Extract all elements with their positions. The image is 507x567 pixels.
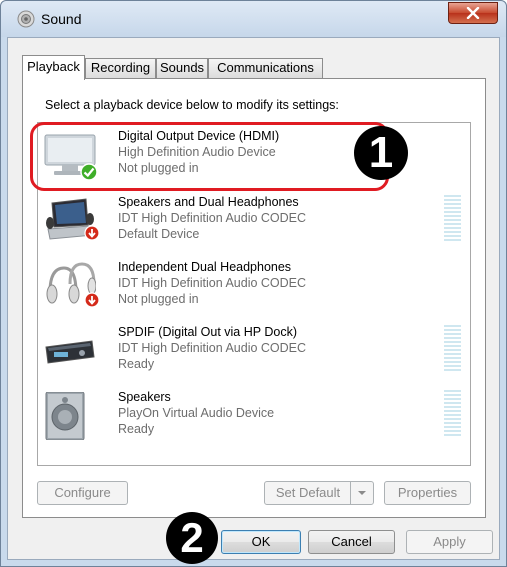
sound-dialog-window: Sound Playback Recording Sounds Communic… [0,0,507,567]
volume-level-meter [444,325,461,375]
device-status: Ready [118,422,155,436]
set-default-button[interactable]: Set Default [264,481,374,505]
properties-button[interactable]: Properties [384,481,471,505]
cancel-button[interactable]: Cancel [308,530,395,554]
device-name: Digital Output Device (HDMI) [118,129,280,143]
step-1-badge: 1 [354,126,408,180]
device-item-independent-headphones[interactable]: Independent Dual Headphones IDT High Def… [38,254,470,318]
device-item-spdif[interactable]: SPDIF (Digital Out via HP Dock) IDT High… [38,319,470,383]
device-description: PlayOn Virtual Audio Device [118,406,275,420]
tab-communications[interactable]: Communications [208,58,323,78]
device-description: IDT High Definition Audio CODEC [118,341,307,355]
red-down-arrow-icon [84,292,100,308]
tab-recording[interactable]: Recording [85,58,156,78]
step-2-badge: 2 [166,512,218,564]
device-status: Ready [118,357,155,371]
red-down-arrow-icon [84,225,100,241]
speaker-icon [45,392,85,440]
chevron-down-icon[interactable] [350,482,373,504]
device-status: Not plugged in [118,161,199,175]
set-default-label: Set Default [275,485,341,500]
instruction-text: Select a playback device below to modify… [45,98,339,112]
device-item-speakers[interactable]: Speakers PlayOn Virtual Audio Device Rea… [38,384,470,448]
device-name: SPDIF (Digital Out via HP Dock) [118,325,297,339]
device-item-speakers-dual-headphones[interactable]: Speakers and Dual Headphones IDT High De… [38,189,470,253]
dialog-client-area: Playback Recording Sounds Communications… [7,37,500,560]
apply-button[interactable]: Apply [406,530,493,554]
tab-sounds[interactable]: Sounds [156,58,208,78]
playback-device-list[interactable]: Digital Output Device (HDMI) High Defini… [37,122,471,466]
title-bar[interactable]: Sound [1,1,506,37]
volume-level-meter [444,195,461,245]
speaker-title-icon [17,10,35,28]
device-status: Not plugged in [118,292,199,306]
tab-playback[interactable]: Playback [22,55,85,80]
playback-tab-panel: Select a playback device below to modify… [22,78,486,518]
volume-level-meter [444,390,461,440]
configure-button[interactable]: Configure [37,481,128,505]
receiver-icon [45,340,95,364]
close-button[interactable] [448,2,498,24]
close-icon [466,7,480,19]
device-name: Speakers [118,390,171,404]
device-name: Speakers and Dual Headphones [118,195,299,209]
device-description: IDT High Definition Audio CODEC [118,276,307,290]
green-check-icon [80,163,98,181]
device-description: High Definition Audio Device [118,145,276,159]
device-status: Default Device [118,227,200,241]
window-title: Sound [41,11,82,27]
device-description: IDT High Definition Audio CODEC [118,211,307,225]
ok-button[interactable]: OK [221,530,301,554]
device-name: Independent Dual Headphones [118,260,292,274]
